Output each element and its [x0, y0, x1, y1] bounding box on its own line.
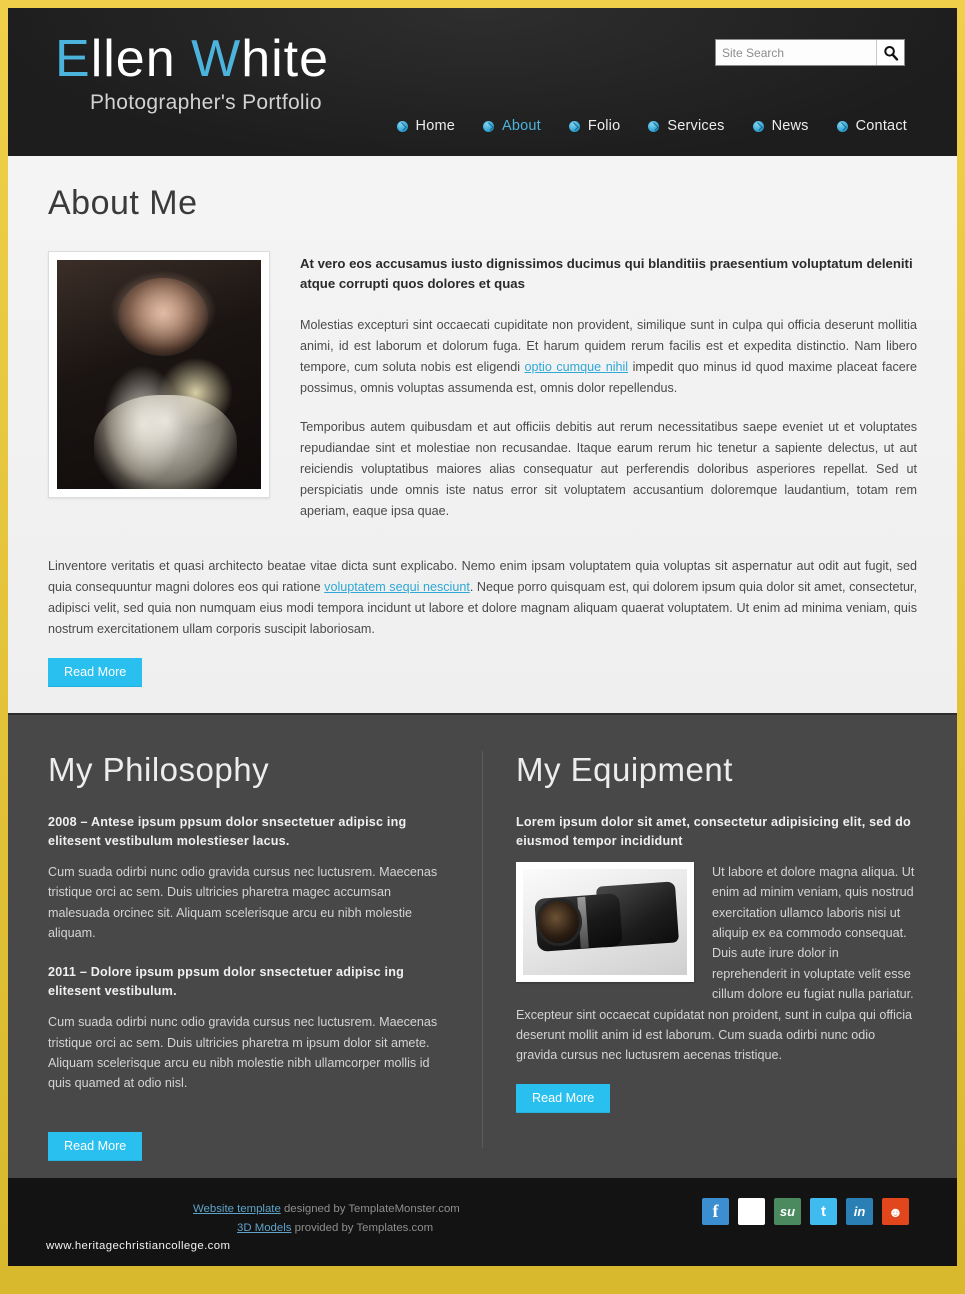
- equipment-lead: Lorem ipsum dolor sit amet, consectetur …: [516, 815, 911, 848]
- about-paragraph-2: Temporibus autem quibusdam et aut offici…: [300, 420, 917, 519]
- nav-item-about[interactable]: About: [481, 116, 543, 136]
- footer-credits: Website template designed by TemplateMon…: [193, 1200, 460, 1238]
- nav-item-folio[interactable]: Folio: [567, 116, 622, 136]
- philosophy-entry-heading: 2011 – Dolore ipsum ppsum dolor snsectet…: [48, 965, 405, 999]
- portrait-photo-frame: [48, 251, 270, 498]
- philosophy-entry-body: Cum suada odirbi nunc odio gravida cursu…: [48, 1015, 438, 1091]
- philosophy-column: My Philosophy 2008 – Antese ipsum ppsum …: [48, 751, 482, 1161]
- bullet-arrow-icon: [836, 120, 848, 132]
- bullet-arrow-icon: [483, 120, 495, 132]
- credit-2-text: provided by Templates.com: [291, 1221, 434, 1234]
- logo-accent-w: W: [191, 30, 242, 88]
- column-divider: [482, 751, 483, 1148]
- camera-glass-shape: [539, 900, 579, 943]
- search-box: [715, 39, 905, 66]
- search-button[interactable]: [876, 40, 904, 65]
- equipment-column: My Equipment Lorem ipsum dolor sit amet,…: [516, 751, 917, 1148]
- about-paragraph-3: Linventore veritatis et quasi architecto…: [48, 556, 917, 640]
- bullet-arrow-icon: [396, 120, 408, 132]
- nav-label: News: [771, 118, 809, 134]
- twitter-icon[interactable]: t: [810, 1198, 837, 1225]
- nav-label: Contact: [855, 118, 907, 134]
- facebook-icon[interactable]: f: [702, 1198, 729, 1225]
- nav-label: Folio: [587, 118, 621, 134]
- site-logo[interactable]: Ellen White Photographer's Portfolio: [55, 33, 329, 115]
- philosophy-entry-body: Cum suada odirbi nunc odio gravida cursu…: [48, 864, 438, 940]
- nav-item-contact[interactable]: Contact: [835, 116, 909, 136]
- logo-rest-llen: llen: [90, 30, 176, 88]
- philosophy-entry-heading: 2008 – Antese ipsum ppsum dolor snsectet…: [48, 815, 407, 848]
- bullet-arrow-icon: [568, 120, 580, 132]
- credit-line-1: Website template designed by TemplateMon…: [193, 1200, 460, 1219]
- bullet-arrow-icon: [752, 120, 764, 132]
- nav-label: About: [502, 118, 541, 134]
- reddit-icon[interactable]: ☻: [882, 1198, 909, 1225]
- camera-photo: [523, 868, 687, 975]
- page-title: About Me: [48, 184, 198, 222]
- search-icon: [883, 45, 899, 61]
- about-text-column: At vero eos accusamus iusto dignissimos …: [300, 251, 917, 540]
- credit-line-2: 3D Models provided by Templates.com: [193, 1219, 460, 1238]
- nav-label: Services: [667, 118, 725, 134]
- about-read-more-button[interactable]: Read More: [48, 658, 143, 688]
- about-paragraph-1: Molestias excepturi sint occaecati cupid…: [300, 315, 917, 399]
- bullet-arrow-icon: [648, 120, 660, 132]
- stumbleupon-icon[interactable]: su: [774, 1198, 801, 1225]
- about-row: At vero eos accusamus iusto dignissimos …: [48, 251, 917, 540]
- search-input[interactable]: [716, 40, 876, 65]
- site-footer: Website template designed by TemplateMon…: [8, 1178, 957, 1266]
- footer-site-url: www.heritagechristiancollege.com: [46, 1240, 231, 1252]
- page-inner: Ellen White Photographer's Portfolio Hom…: [8, 8, 957, 1266]
- nav-label: Home: [415, 118, 456, 134]
- logo-rest-hite: hite: [241, 30, 330, 88]
- linkedin-icon[interactable]: in: [846, 1198, 873, 1225]
- philosophy-read-more-button[interactable]: Read More: [48, 1131, 143, 1161]
- equipment-title: My Equipment: [516, 751, 733, 788]
- optio-cumque-link[interactable]: optio cumque nihil: [525, 360, 629, 374]
- logo-accent-e: E: [55, 30, 91, 88]
- equipment-read-more-button[interactable]: Read More: [516, 1083, 611, 1113]
- social-links: f su t in ☻: [702, 1198, 909, 1225]
- nav-item-news[interactable]: News: [751, 116, 811, 136]
- logo-title: Ellen White: [55, 33, 329, 85]
- about-section: About Me At vero eos accusamus iusto dig…: [8, 156, 957, 713]
- logo-tagline: Photographer's Portfolio: [90, 91, 322, 114]
- site-header: Ellen White Photographer's Portfolio Hom…: [8, 8, 957, 156]
- website-template-link[interactable]: Website template: [193, 1203, 281, 1215]
- delicious-icon[interactable]: [738, 1198, 765, 1225]
- nav-item-services[interactable]: Services: [646, 116, 726, 136]
- equipment-row: Ut labore et dolore magna aliqua. Ut eni…: [516, 861, 917, 1066]
- portrait-photo: [57, 260, 261, 489]
- page-frame: Ellen White Photographer's Portfolio Hom…: [0, 0, 965, 1294]
- camera-photo-frame: [516, 861, 694, 982]
- voluptatem-sequi-link[interactable]: voluptatem sequi nesciunt: [324, 580, 470, 594]
- nav-item-home[interactable]: Home: [395, 116, 457, 136]
- credit-1-text: designed by TemplateMonster.com: [280, 1203, 460, 1215]
- dark-section: My Philosophy 2008 – Antese ipsum ppsum …: [8, 713, 957, 1178]
- 3d-models-link[interactable]: 3D Models: [237, 1222, 291, 1234]
- main-navigation: Home About Folio Services News Contact: [8, 116, 957, 136]
- about-lead: At vero eos accusamus iusto dignissimos …: [300, 256, 913, 292]
- philosophy-title: My Philosophy: [48, 751, 270, 788]
